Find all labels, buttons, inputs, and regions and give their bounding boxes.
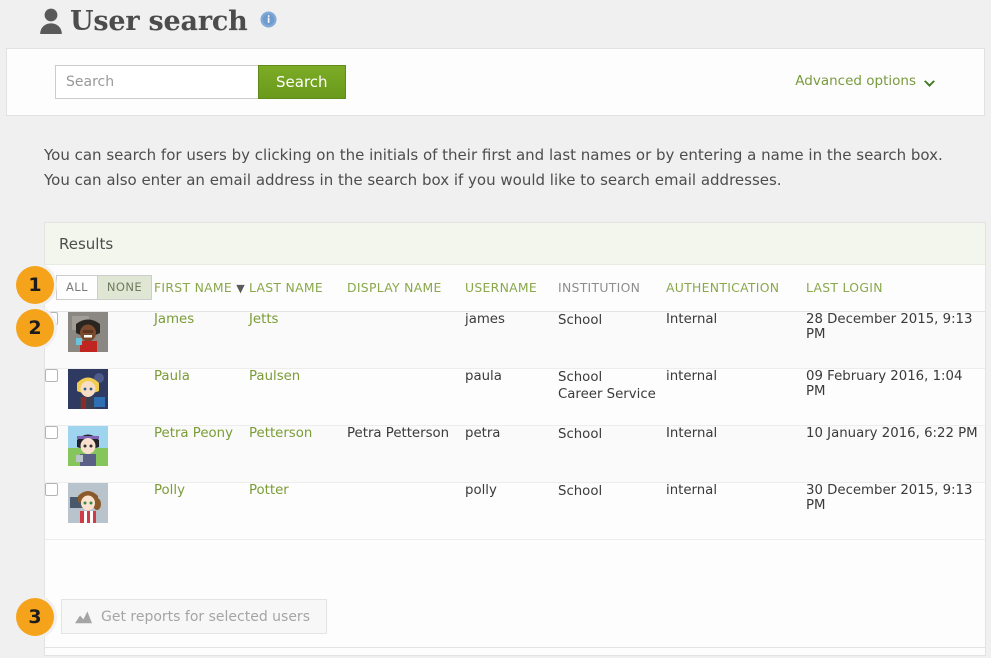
column-header-username[interactable]: USERNAME: [465, 265, 558, 312]
column-header-institution: INSTITUTION: [558, 265, 666, 312]
table-row: James Jetts james School Internal 28 Dec…: [45, 312, 985, 369]
avatar: [68, 426, 108, 466]
avatar-cell: [68, 369, 154, 426]
select-none-button[interactable]: NONE: [98, 275, 152, 300]
cell-username: petra: [465, 426, 558, 483]
cell-authentication: internal: [666, 483, 806, 540]
actions-panel: Get reports for selected users: [44, 586, 986, 648]
first-name-link[interactable]: James: [154, 312, 194, 327]
page-title: User search: [70, 8, 248, 35]
callout-badge-1: 1: [16, 266, 54, 304]
last-name-link[interactable]: Jetts: [249, 312, 278, 327]
avatar-cell: [68, 312, 154, 369]
user-icon: [38, 7, 64, 35]
advanced-options-label: Advanced options: [795, 73, 916, 89]
user-search-page: User search Search Advanced options You: [0, 0, 991, 658]
column-label-first-name: FIRST NAME: [154, 280, 232, 295]
cell-first-name[interactable]: James: [154, 312, 249, 369]
avatar-cell: [68, 426, 154, 483]
cell-username: polly: [465, 483, 558, 540]
last-name-link[interactable]: Paulsen: [249, 369, 300, 384]
search-panel: Search Advanced options: [6, 48, 985, 116]
last-name-link[interactable]: Potter: [249, 483, 289, 498]
cell-institution: School: [558, 483, 666, 540]
column-header-authentication[interactable]: AUTHENTICATION: [666, 265, 806, 312]
get-reports-label: Get reports for selected users: [101, 609, 310, 625]
results-table-header-row: ALL NONE FIRST NAME ▼ LAST NAME DISPLAY …: [45, 265, 985, 312]
row-checkbox-cell[interactable]: [45, 426, 68, 483]
cell-username: james: [465, 312, 558, 369]
row-checkbox[interactable]: [45, 483, 58, 496]
cell-authentication: Internal: [666, 426, 806, 483]
cell-username: paula: [465, 369, 558, 426]
cell-last-name[interactable]: Jetts: [249, 312, 347, 369]
select-toggle-cell: ALL NONE: [45, 265, 154, 312]
chevron-down-icon: [923, 77, 936, 86]
page-header: User search: [0, 0, 991, 42]
search-form: Search: [55, 65, 346, 99]
avatar: [68, 369, 108, 409]
cell-last-login: 10 January 2016, 6:22 PM: [806, 426, 985, 483]
last-name-link[interactable]: Petterson: [249, 426, 312, 441]
results-panel-title: Results: [45, 223, 985, 265]
select-all-button[interactable]: ALL: [56, 275, 98, 300]
cell-last-login: 28 December 2015, 9:13 PM: [806, 312, 985, 369]
cell-last-name[interactable]: Potter: [249, 483, 347, 540]
results-table: ALL NONE FIRST NAME ▼ LAST NAME DISPLAY …: [45, 265, 985, 597]
row-checkbox[interactable]: [45, 369, 58, 382]
info-icon[interactable]: [260, 11, 277, 28]
cell-first-name[interactable]: Paula: [154, 369, 249, 426]
cell-last-name[interactable]: Petterson: [249, 426, 347, 483]
cell-authentication: Internal: [666, 312, 806, 369]
select-toggle-group: ALL NONE: [56, 275, 152, 300]
callout-badge-2: 2: [16, 309, 54, 347]
row-checkbox[interactable]: [45, 426, 58, 439]
first-name-link[interactable]: Paula: [154, 369, 190, 384]
cell-last-login: 09 February 2016, 1:04 PM: [806, 369, 985, 426]
column-header-display-name[interactable]: DISPLAY NAME: [347, 265, 465, 312]
cell-last-name[interactable]: Paulsen: [249, 369, 347, 426]
cell-display-name: [347, 483, 465, 540]
table-row: Polly Potter polly School internal 30 De…: [45, 483, 985, 540]
search-input[interactable]: [55, 65, 258, 99]
table-row: Petra Peony Petterson Petra Petterson pe…: [45, 426, 985, 483]
row-checkbox-cell[interactable]: [45, 369, 68, 426]
cell-last-login: 30 December 2015, 9:13 PM: [806, 483, 985, 540]
first-name-link[interactable]: Polly: [154, 483, 185, 498]
advanced-options-toggle[interactable]: Advanced options: [795, 73, 936, 89]
sort-descending-icon: ▼: [236, 282, 245, 295]
row-checkbox-cell[interactable]: [45, 483, 68, 540]
cell-first-name[interactable]: Petra Peony: [154, 426, 249, 483]
cell-display-name: Petra Petterson: [347, 426, 465, 483]
area-chart-icon: [75, 610, 92, 624]
column-header-first-name[interactable]: FIRST NAME ▼: [154, 265, 249, 312]
table-row: Paula Paulsen paula School Career Servic…: [45, 369, 985, 426]
avatar: [68, 483, 108, 523]
cell-institution: School: [558, 426, 666, 483]
column-header-last-login[interactable]: LAST LOGIN: [806, 265, 985, 312]
get-reports-button[interactable]: Get reports for selected users: [61, 599, 327, 634]
cell-institution: School: [558, 312, 666, 369]
avatar-cell: [68, 483, 154, 540]
cell-institution: School Career Service: [558, 369, 666, 426]
column-header-last-name[interactable]: LAST NAME: [249, 265, 347, 312]
cell-first-name[interactable]: Polly: [154, 483, 249, 540]
search-button[interactable]: Search: [258, 65, 346, 99]
intro-text: You can search for users by clicking on …: [44, 143, 954, 193]
cell-display-name: [347, 369, 465, 426]
cell-authentication: internal: [666, 369, 806, 426]
avatar: [68, 312, 108, 352]
first-name-link[interactable]: Petra Peony: [154, 426, 233, 441]
callout-badge-3: 3: [16, 598, 54, 636]
cell-display-name: [347, 312, 465, 369]
